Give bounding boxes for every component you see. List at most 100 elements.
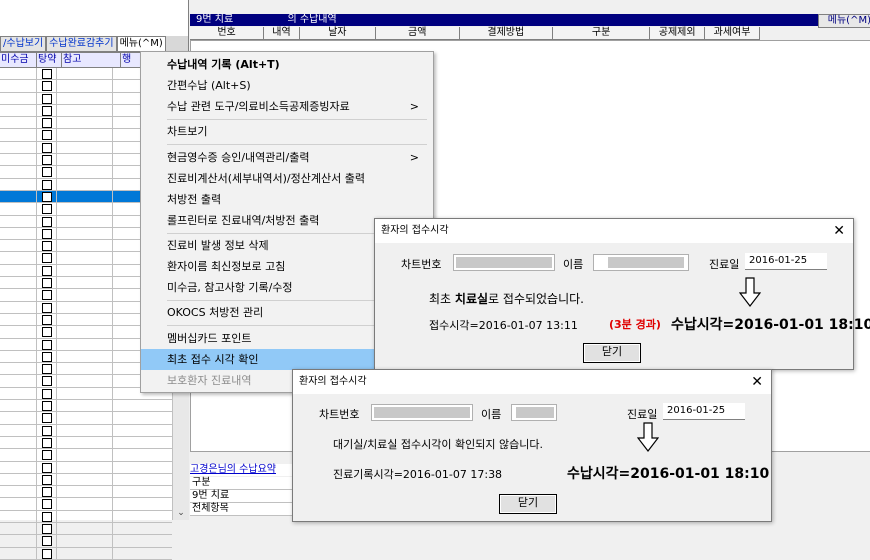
herbal-checkbox[interactable] [42,462,52,473]
left-menu-button[interactable]: 메뉴(^M) [116,36,166,52]
herbal-checkbox[interactable] [42,130,52,141]
submenu-arrow-icon: > [409,100,419,113]
table-row[interactable] [0,412,172,425]
herbal-checkbox[interactable] [42,499,52,510]
menu-item-label: 최초 접수 시각 확인 [167,353,259,366]
th-taxable[interactable]: 과세여부 [705,27,761,39]
th-number[interactable]: 번호 [190,27,265,39]
herbal-checkbox[interactable] [42,179,52,190]
menu-item-print-prescription[interactable]: 처방전 출력 [141,189,431,210]
herbal-checkbox[interactable] [42,191,52,202]
table-row[interactable] [0,461,172,474]
th-detail[interactable]: 내역 [264,27,300,39]
herbal-checkbox[interactable] [42,364,52,375]
herbal-checkbox[interactable] [42,536,52,547]
herbal-checkbox[interactable] [42,118,52,129]
herbal-checkbox[interactable] [42,228,52,239]
table-row[interactable] [0,535,172,548]
message-prefix: 최초 [429,292,452,306]
menu-item-record-payment[interactable]: 수납내역 기록 (Alt+T) [141,54,431,75]
herbal-checkbox[interactable] [42,511,52,522]
menu-item-label: 롤프린터로 진료내역/처방전 출력 [167,214,320,227]
th-date[interactable]: 날자 [299,27,376,39]
right-menu-button[interactable]: 메뉴(^M) [818,14,870,28]
menu-item-quick-payment[interactable]: 간편수납 (Alt+S) [141,75,431,96]
reception-message: 최초 치료실로 접수되었습니다. [429,290,584,307]
th-category[interactable]: 구분 [553,27,651,39]
menu-item-label: 멤버십카드 포인트 [167,332,252,345]
table-row[interactable] [0,400,172,413]
herbal-checkbox[interactable] [42,105,52,116]
menu-item-view-chart[interactable]: 차트보기 [141,121,431,142]
herbal-checkbox[interactable] [42,474,52,485]
herbal-checkbox[interactable] [42,437,52,448]
close-button[interactable]: 닫기 [583,343,641,363]
col-unpaid[interactable]: 미수금 [0,53,37,67]
table-row[interactable] [0,547,172,560]
table-row[interactable] [0,486,172,499]
reception-time-dialog-2: 환자의 접수시각 ✕ 차트번호 이름 진료일 2016-01-25 대기실/치료… [292,369,772,522]
menu-item-print-statement[interactable]: 진료비계산서(세부내역서)/정산계산서 출력 [141,168,431,189]
herbal-checkbox[interactable] [42,216,52,227]
menu-item-payment-tools[interactable]: 수납 관련 도구/의료비소득공제증빙자료 > [141,96,431,117]
herbal-checkbox[interactable] [42,376,52,387]
herbal-checkbox[interactable] [42,401,52,412]
herbal-checkbox[interactable] [42,69,52,79]
herbal-checkbox[interactable] [42,167,52,178]
table-row[interactable] [0,424,172,437]
herbal-checkbox[interactable] [42,487,52,498]
hide-completed-button[interactable]: 수납완료감추기 [46,36,117,52]
herbal-checkbox[interactable] [42,450,52,461]
herbal-checkbox[interactable] [42,93,52,104]
col-note[interactable]: 참고 [62,53,121,67]
menu-item-cash-receipt[interactable]: 현금영수증 승인/내역관리/출력 > [141,147,431,168]
table-row[interactable] [0,498,172,511]
th-deduction-exempt[interactable]: 공제제외 [650,27,706,39]
payment-history-title: 9번 치료 의 수납내역 [190,14,870,26]
close-icon[interactable]: ✕ [751,370,763,394]
th-payment-method[interactable]: 결제방법 [459,27,553,39]
payment-table-header: 번호 내역 날자 금액 결제방법 구분 공제제외 과세여부 [190,27,761,40]
herbal-checkbox[interactable] [42,523,52,534]
herbal-checkbox[interactable] [42,81,52,92]
th-amount[interactable]: 금액 [375,27,460,39]
herbal-checkbox[interactable] [42,265,52,276]
herbal-checkbox[interactable] [42,290,52,301]
scroll-down-icon[interactable]: ⌄ [173,506,189,520]
dialog-title: 환자의 접수시각 [299,376,367,387]
herbal-checkbox[interactable] [42,302,52,313]
table-row[interactable] [0,436,172,450]
dialog-title-bar: 환자의 접수시각 ✕ [375,219,853,243]
unconfirmed-message: 대기실/치료실 접수시각이 확인되지 않습니다. [333,438,543,451]
col-herbal[interactable]: 탕약 [37,53,62,67]
patient-name-field [593,254,689,271]
menu-item-label: 진료비계산서(세부내역서)/정산계산서 출력 [167,172,365,185]
herbal-checkbox[interactable] [42,339,52,350]
herbal-checkbox[interactable] [42,548,52,559]
herbal-checkbox[interactable] [42,253,52,264]
summary-table: 구분 9번 치료 전체항목 [190,477,295,516]
herbal-checkbox[interactable] [42,327,52,338]
down-arrow-icon [739,277,761,307]
herbal-checkbox[interactable] [42,351,52,362]
close-button[interactable]: 닫기 [499,494,557,514]
table-row[interactable] [0,522,172,536]
herbal-checkbox[interactable] [42,241,52,252]
close-icon[interactable]: ✕ [833,219,845,243]
herbal-checkbox[interactable] [42,155,52,166]
name-label: 이름 [563,258,584,271]
herbal-checkbox[interactable] [42,278,52,289]
herbal-checkbox[interactable] [42,142,52,153]
herbal-checkbox[interactable] [42,388,52,399]
menu-item-label: 차트보기 [167,125,208,138]
payment-view-button[interactable]: /수납보기 [0,36,47,52]
reception-time-dialog-1: 환자의 접수시각 ✕ 차트번호 이름 진료일 2016-01-25 최초 치료실… [374,218,870,370]
herbal-checkbox[interactable] [42,204,52,215]
herbal-checkbox[interactable] [42,314,52,325]
table-row[interactable] [0,510,172,523]
summary-title: 고경은님의 수납요약 [190,464,295,476]
table-row[interactable] [0,473,172,487]
herbal-checkbox[interactable] [42,425,52,436]
herbal-checkbox[interactable] [42,413,52,424]
table-row[interactable] [0,449,172,462]
